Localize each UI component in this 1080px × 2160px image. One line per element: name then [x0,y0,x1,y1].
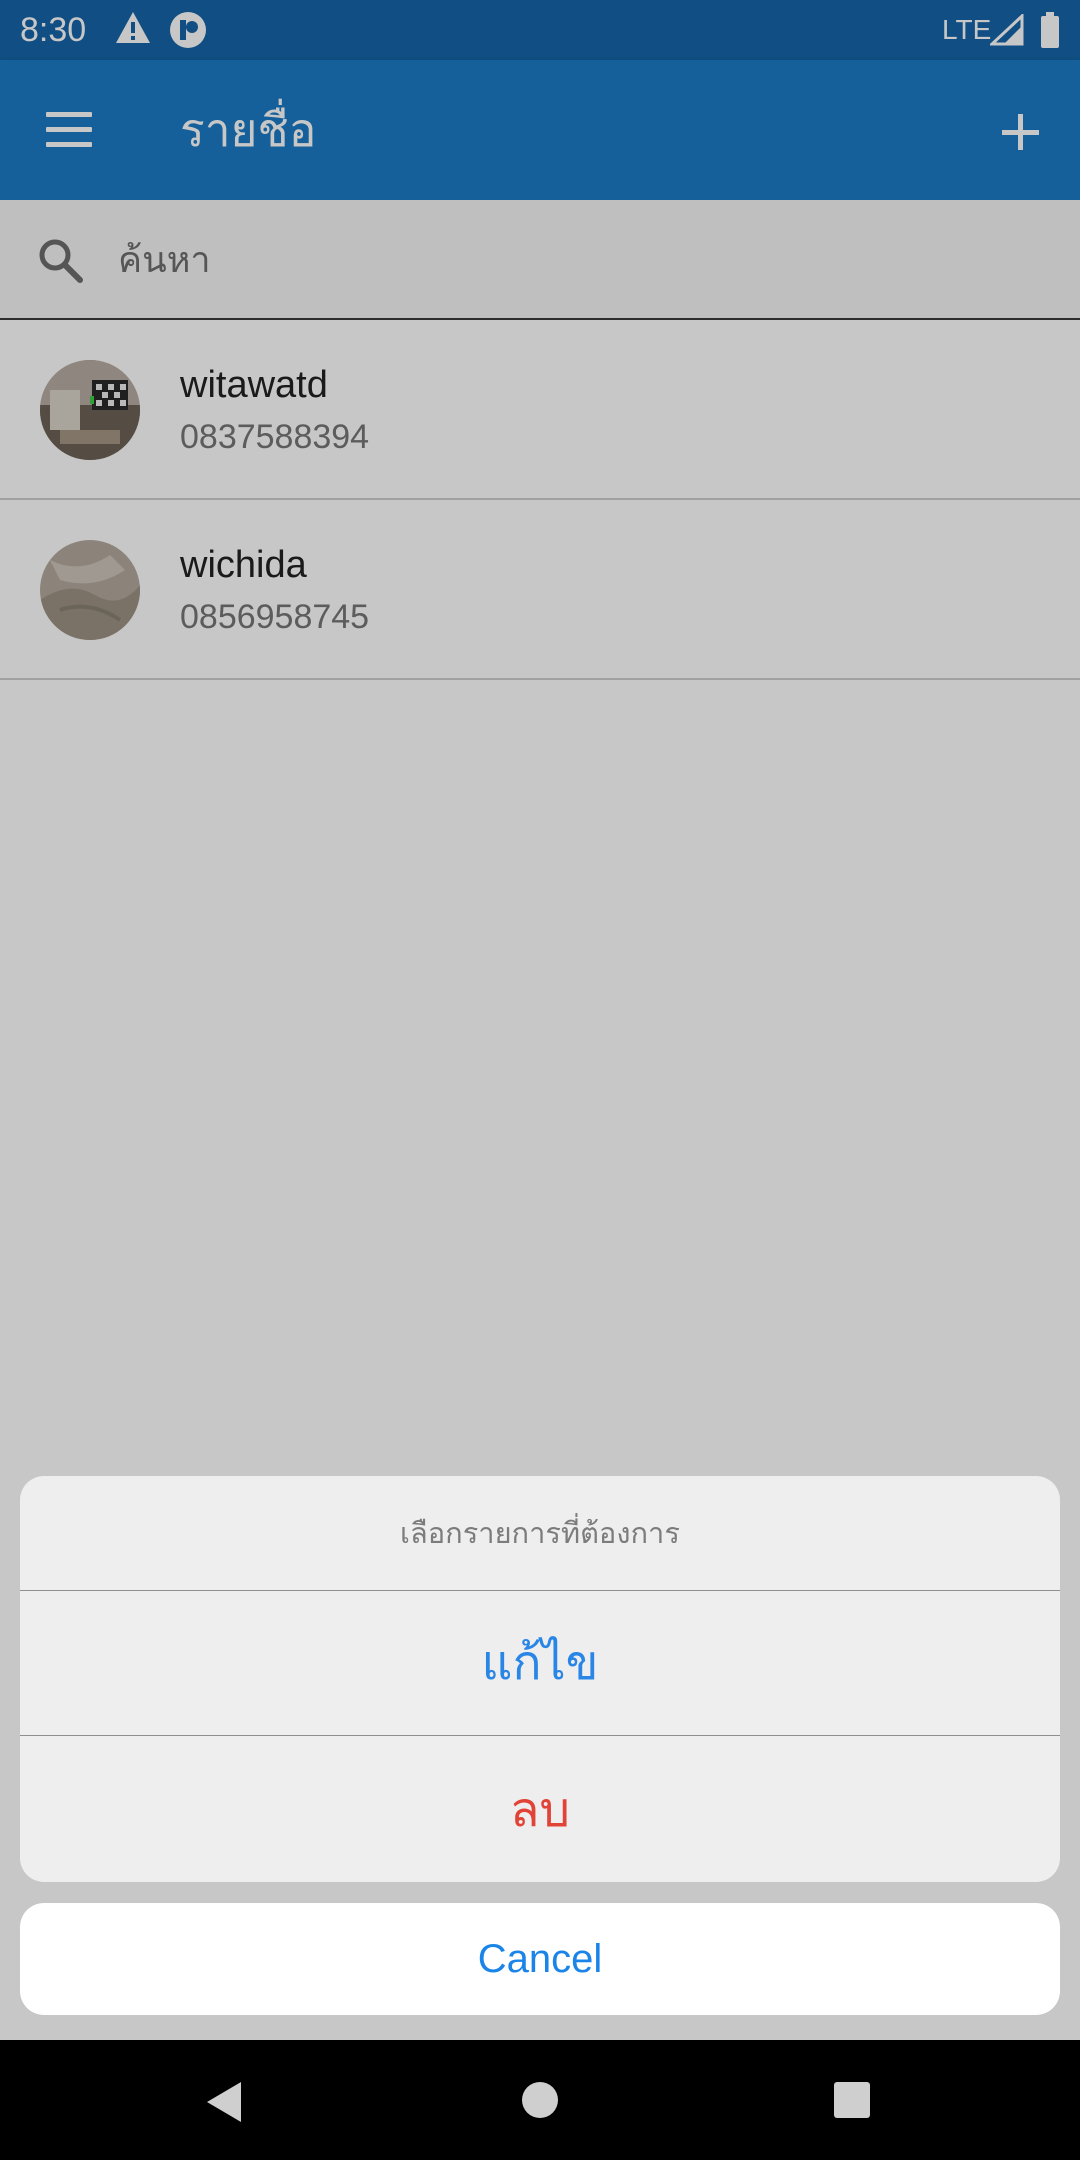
action-sheet-title: เลือกรายการที่ต้องการ [20,1476,1060,1591]
system-nav-bar [0,2040,1080,2160]
cancel-button[interactable]: Cancel [20,1903,1060,2015]
delete-button[interactable]: ลบ [20,1737,1060,1882]
recents-icon[interactable] [834,2082,870,2118]
back-icon[interactable] [205,2080,245,2128]
action-sheet: เลือกรายการที่ต้องการ แก้ไข ลบ [20,1476,1060,1882]
home-icon[interactable] [522,2082,558,2118]
edit-button[interactable]: แก้ไข [20,1591,1060,1736]
